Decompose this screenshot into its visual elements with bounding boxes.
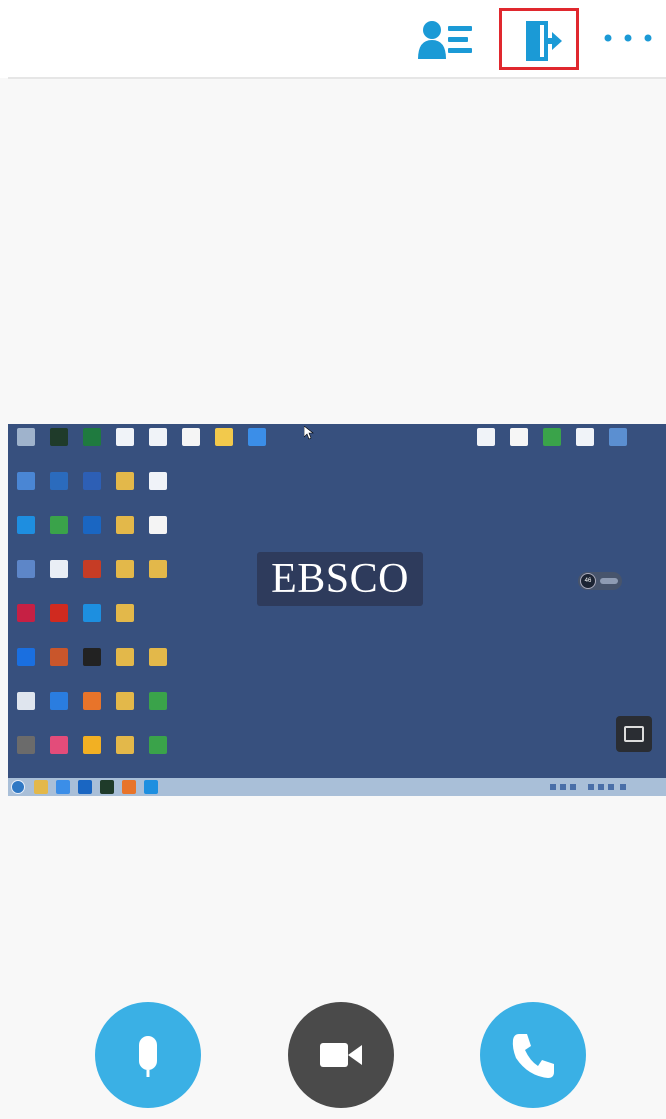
desktop-icon [41,734,77,776]
desktop-icon [107,470,143,512]
dock-widget-icon [616,716,652,752]
desktop-gadget: 46 [578,572,622,590]
microphone-icon [139,1036,157,1077]
desktop-icon [107,558,143,600]
desktop-icon [107,426,143,468]
desktop-icon [173,426,209,468]
desktop-icon [74,646,110,688]
desktop-icon [74,690,110,732]
desktop-icon [468,426,504,468]
desktop-icon [8,646,44,688]
gadget-bar [600,578,618,584]
desktop-icon [41,690,77,732]
top-toolbar [0,0,666,78]
leave-meeting-button[interactable] [499,8,579,70]
desktop-icon [74,470,110,512]
desktop-icon [41,426,77,468]
gadget-value: 46 [580,573,596,589]
mouse-cursor-icon [304,426,314,440]
desktop-icon [107,602,143,644]
more-options-icon[interactable] [600,28,656,48]
spotfire-icon [100,780,114,794]
desktop-icon [8,690,44,732]
desktop-icon [74,602,110,644]
desktop-icon [74,734,110,776]
desktop-icon [107,646,143,688]
desktop-icon [8,426,44,468]
shared-screen: EBSCO 46 [8,424,666,796]
desktop-icon [107,514,143,556]
explorer-icon [34,780,48,794]
desktop-icon [534,426,570,468]
desktop-icon [41,558,77,600]
taskbar [8,778,666,796]
desktop-icon [140,514,176,556]
desktop-icon [107,734,143,776]
system-tray [550,784,626,790]
desktop-icon [140,470,176,512]
desktop-icon [8,602,44,644]
desktop-icon [8,734,44,776]
desktop-icon [74,558,110,600]
desktop-icon [140,734,176,776]
video-camera-button[interactable] [288,1002,394,1108]
firefox-icon [122,780,136,794]
ebsco-logo: EBSCO [257,552,423,606]
skype-icon [144,780,158,794]
desktop-icon [239,426,275,468]
start-button-icon [11,780,25,794]
outlook-icon [78,780,92,794]
desktop-icon [140,646,176,688]
desktop-icon [41,602,77,644]
desktop-icon [501,426,537,468]
desktop-icon [8,470,44,512]
participants-list-icon[interactable] [416,19,476,61]
desktop-icon [41,470,77,512]
desktop-icon [74,514,110,556]
desktop-icon [8,558,44,600]
leave-meeting-icon [526,21,562,61]
desktop-icon [140,690,176,732]
desktop-icon [8,514,44,556]
ie-icon [56,780,70,794]
desktop-icon [567,426,603,468]
desktop-icon [41,646,77,688]
desktop-icon [74,426,110,468]
desktop-icon [107,690,143,732]
phone-call-button[interactable] [480,1002,586,1108]
desktop-icon [206,426,242,468]
desktop-icon [600,426,636,468]
desktop-icon [41,514,77,556]
desktop-icon [140,558,176,600]
phone-icon [512,1034,554,1078]
microphone-button[interactable] [95,1002,201,1108]
desktop-icon [140,426,176,468]
video-camera-icon [320,1043,362,1067]
toolbar-divider [8,77,666,79]
